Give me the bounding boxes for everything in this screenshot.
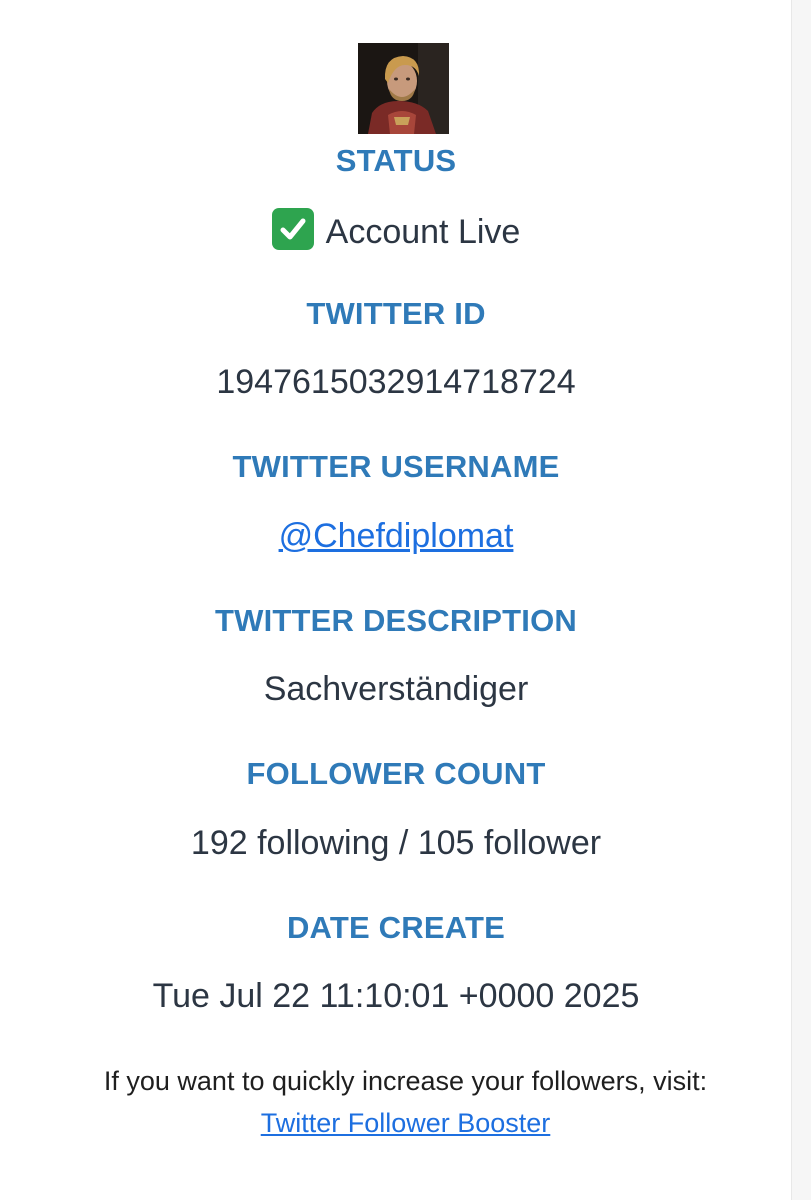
twitter-username-label: TWITTER USERNAME bbox=[232, 449, 560, 484]
twitter-username-value: @Chefdiplomat bbox=[0, 516, 792, 556]
profile-photo-icon bbox=[358, 43, 449, 134]
twitter-description-value: Sachverständiger bbox=[263, 670, 529, 708]
date-create-value: Tue Jul 22 11:10:01 +0000 2025 bbox=[152, 977, 640, 1015]
twitter-id-label: TWITTER ID bbox=[306, 296, 486, 331]
date-create-label: DATE CREATE bbox=[286, 910, 506, 945]
follower-count-value: 192 following / 105 follower bbox=[190, 824, 602, 862]
follower-booster-link[interactable]: Twitter Follower Booster bbox=[261, 1108, 551, 1138]
check-mark-button-icon bbox=[271, 208, 314, 250]
avatar bbox=[358, 43, 449, 134]
twitter-username-link[interactable]: @Chefdiplomat bbox=[279, 517, 514, 555]
promo-link-row: Twitter Follower Booster bbox=[0, 1103, 811, 1143]
status-text: Account Live bbox=[325, 213, 521, 251]
twitter-description-label: TWITTER DESCRIPTION bbox=[214, 603, 577, 638]
twitter-id-value: 1947615032914718724 bbox=[216, 363, 576, 401]
status-value: Account Live bbox=[0, 208, 792, 252]
follower-count-label: FOLLOWER COUNT bbox=[246, 756, 546, 791]
status-label: STATUS bbox=[335, 143, 457, 178]
promo-text: If you want to quickly increase your fol… bbox=[103, 1066, 708, 1096]
scrollbar-track[interactable] bbox=[791, 0, 811, 1200]
